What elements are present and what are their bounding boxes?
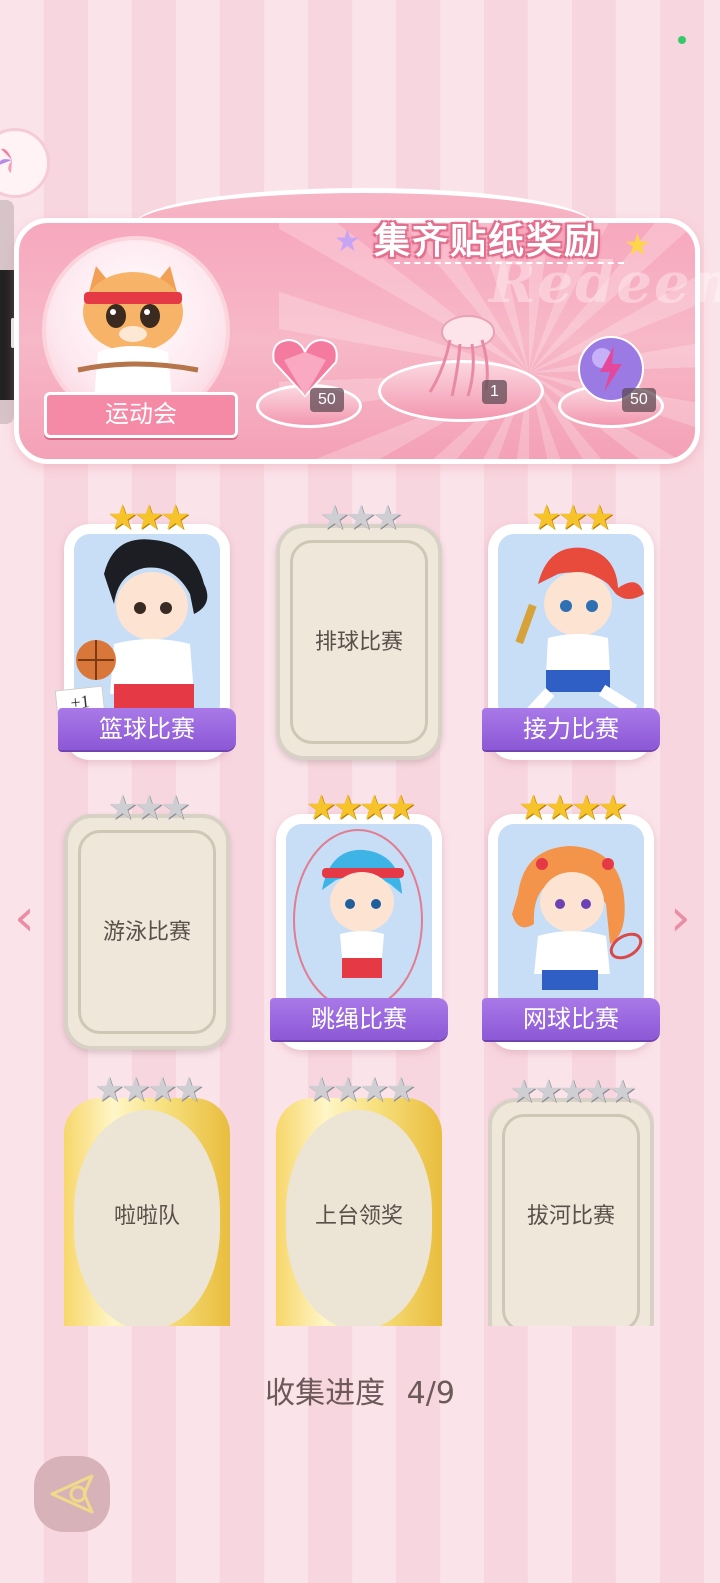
back-arrow-icon: [50, 1474, 94, 1514]
star-rating: ★★★★: [64, 1070, 230, 1110]
card-label: 啦啦队: [113, 1204, 180, 1229]
sticker-card-basketball[interactable]: +1 篮球比赛 ★★★: [54, 498, 236, 760]
sticker-card-tennis[interactable]: 网球比赛 ★★★★: [482, 788, 660, 1050]
yellow-star-icon: ★: [624, 228, 651, 263]
star-empty-icon: ★★★★★: [509, 1072, 636, 1110]
star-rating: ★★★: [64, 788, 230, 828]
star-empty-icon: ★★★: [107, 788, 190, 828]
sticker-card-jump-rope[interactable]: 跳绳比赛 ★★★★: [270, 788, 448, 1050]
previous-page-arrow-icon[interactable]: ‹: [14, 888, 35, 948]
event-label-ribbon: 运动会: [44, 392, 238, 438]
star-rating: ★★★★: [276, 788, 442, 828]
star-filled-icon: ★★★: [531, 498, 614, 538]
star-rating: ★★★: [488, 498, 654, 538]
sticker-card-relay[interactable]: 接力比赛 ★★★: [482, 498, 660, 760]
star-rating: ★★★★: [488, 788, 654, 828]
card-label: 跳绳比赛: [270, 998, 448, 1040]
card-label: 游泳比赛: [102, 920, 191, 945]
jump-rope-girl-image: [286, 824, 432, 1010]
card-label: 上台领奖: [314, 1204, 403, 1229]
star-empty-icon: ★★★: [319, 498, 402, 538]
card-label: 拔河比赛: [526, 1204, 615, 1229]
star-rating: ★★★★★: [484, 1072, 658, 1110]
star-filled-icon: ★★★: [107, 498, 190, 538]
status-indicator-dot: [678, 36, 686, 44]
tennis-girl-image: [498, 824, 644, 1010]
relay-girl-image: [498, 534, 644, 720]
collection-progress: 收集进度 4/9: [0, 1368, 720, 1412]
next-page-arrow-icon[interactable]: ›: [670, 888, 691, 948]
star-filled-icon: ★★★★: [518, 788, 628, 828]
star-filled-icon: ★★★★: [306, 788, 416, 828]
star-rating: ★★★: [64, 498, 230, 538]
sticker-card-tug-of-war[interactable]: 拔河比赛: [488, 1098, 654, 1326]
sticker-card-volleyball[interactable]: 排球比赛 ★★★: [276, 498, 442, 760]
star-empty-icon: ★★★★: [306, 1070, 416, 1110]
sticker-card-cheerleading[interactable]: 啦啦队: [64, 1098, 230, 1326]
progress-value: 4/9: [406, 1376, 455, 1411]
card-label: 排球比赛: [314, 630, 403, 655]
star-empty-icon: ★★★★: [94, 1070, 204, 1110]
card-label: 篮球比赛: [58, 708, 236, 750]
progress-label: 收集进度: [265, 1376, 386, 1411]
back-button[interactable]: [34, 1456, 110, 1532]
card-label: 网球比赛: [482, 998, 660, 1040]
reward-count-3: 50: [622, 388, 656, 412]
sticker-card-swimming[interactable]: 游泳比赛 ★★★: [64, 788, 230, 1050]
title-underline: [394, 262, 624, 264]
reward-count-2: 1: [482, 380, 507, 404]
purple-star-icon: ★: [334, 224, 361, 259]
star-rating: ★★★: [276, 498, 442, 538]
star-rating: ★★★★: [276, 1070, 442, 1110]
card-label: 接力比赛: [482, 708, 660, 750]
reward-count-1: 50: [310, 388, 344, 412]
banner-title: 集齐贴纸奖励: [374, 221, 603, 262]
sticker-card-award-ceremony[interactable]: 上台领奖: [276, 1098, 442, 1326]
